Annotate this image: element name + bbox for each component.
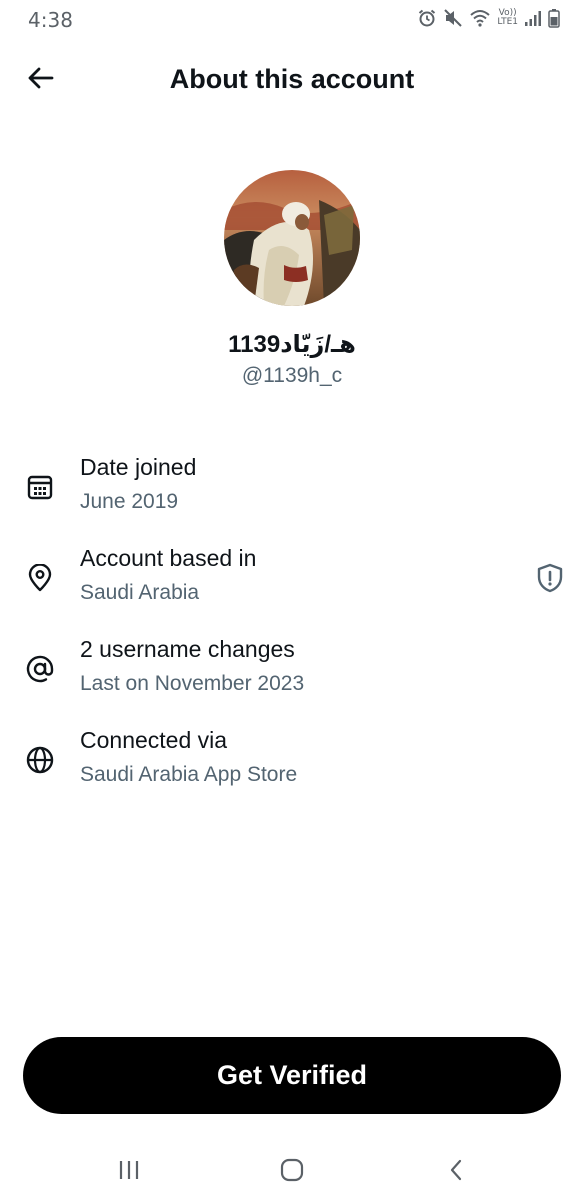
status-bar: 4:38 Vo)) LTE1 xyxy=(0,0,584,40)
lte-bottom-label: LTE1 xyxy=(497,17,518,27)
avatar-painting xyxy=(224,170,360,306)
get-verified-button[interactable]: Get Verified xyxy=(23,1037,561,1114)
lte-icon: Vo)) LTE1 xyxy=(497,9,518,27)
home-icon[interactable] xyxy=(262,1150,322,1190)
display-name: 1139هـ/زَيّاد xyxy=(228,331,356,358)
info-row-connected-via: Connected via Saudi Arabia App Store xyxy=(0,727,584,797)
page-title: About this account xyxy=(169,64,415,94)
row-subtitle: Saudi Arabia xyxy=(80,581,200,604)
system-nav-bar xyxy=(0,1140,584,1200)
globe-icon xyxy=(22,742,58,778)
status-icons: Vo)) LTE1 xyxy=(417,6,560,30)
battery-icon xyxy=(548,8,560,28)
signal-icon xyxy=(524,9,542,27)
location-pin-icon xyxy=(22,560,58,596)
row-subtitle: Saudi Arabia App Store xyxy=(80,763,298,786)
calendar-icon xyxy=(22,469,58,505)
wifi-icon xyxy=(469,8,491,28)
row-title: Date joined xyxy=(80,454,197,480)
handle: @1139h_c xyxy=(241,364,343,387)
info-row-account-based-in: Account based in Saudi Arabia xyxy=(0,545,584,615)
info-row-date-joined: Date joined June 2019 xyxy=(0,454,584,524)
header: About this account xyxy=(0,52,584,108)
row-subtitle: June 2019 xyxy=(80,490,179,513)
at-sign-icon xyxy=(22,651,58,687)
mute-icon xyxy=(443,8,463,28)
status-time: 4:38 xyxy=(28,8,73,32)
back-icon[interactable] xyxy=(426,1150,486,1190)
alarm-icon xyxy=(417,8,437,28)
info-row-username-changes: 2 username changes Last on November 2023 xyxy=(0,636,584,706)
row-title: Account based in xyxy=(80,545,257,571)
shield-alert-icon[interactable] xyxy=(532,560,568,596)
row-title: Connected via xyxy=(80,727,228,753)
row-subtitle: Last on November 2023 xyxy=(80,672,305,695)
recent-apps-icon[interactable] xyxy=(99,1150,159,1190)
row-title: 2 username changes xyxy=(80,636,295,662)
avatar[interactable] xyxy=(224,170,360,306)
